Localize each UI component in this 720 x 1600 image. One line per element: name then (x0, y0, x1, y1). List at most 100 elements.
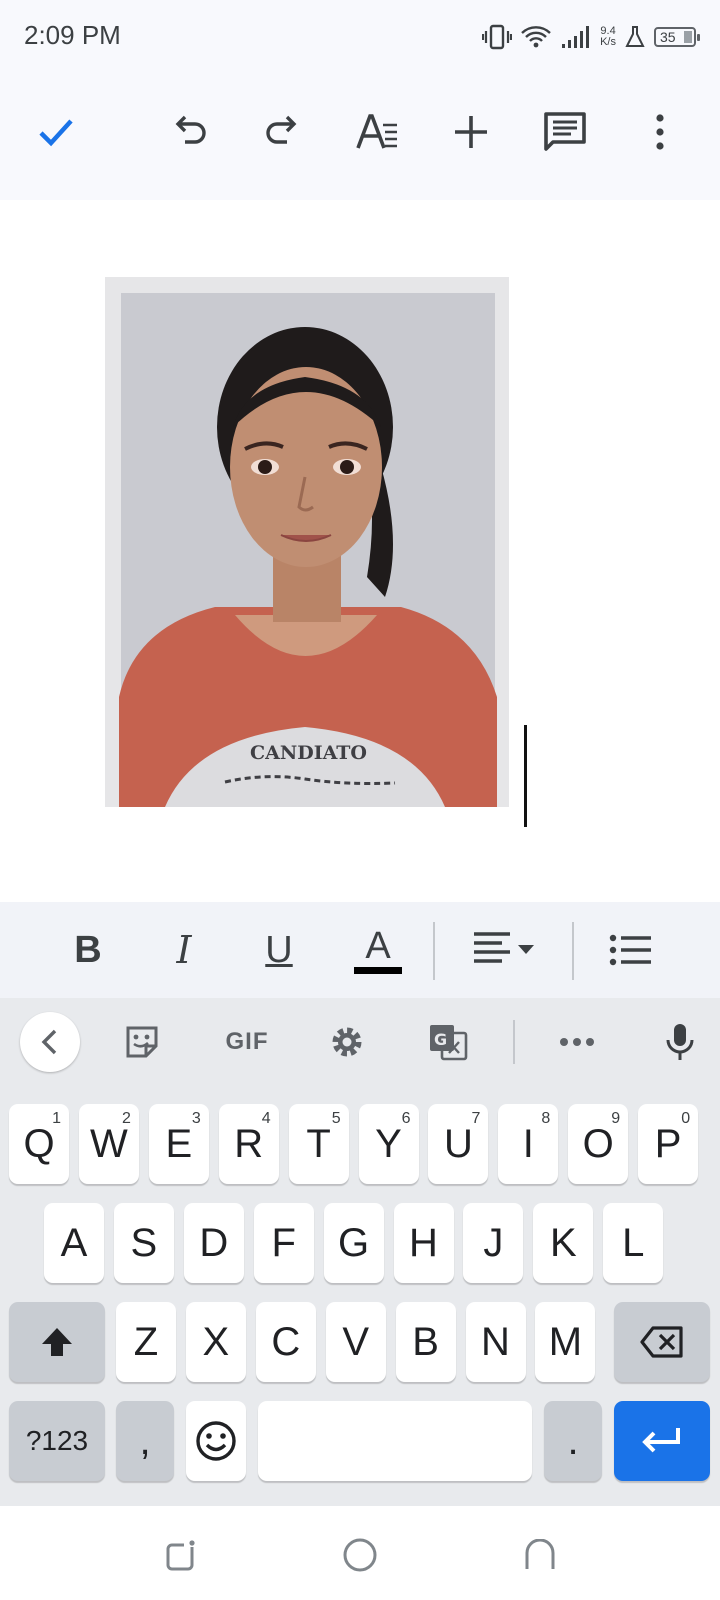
key-i[interactable]: I8 (498, 1104, 559, 1184)
key-j[interactable]: J (463, 1203, 524, 1283)
bulleted-list-button[interactable] (600, 920, 660, 980)
key-label: C (271, 1319, 301, 1364)
text-color-button[interactable]: A (348, 920, 408, 980)
key-z[interactable]: Z (116, 1302, 176, 1382)
key-label: O (582, 1121, 614, 1166)
key-o[interactable]: O9 (568, 1104, 629, 1184)
key-label: S (130, 1220, 158, 1265)
key-number-hint: 6 (401, 1110, 411, 1127)
align-button[interactable] (468, 920, 544, 980)
backspace-key[interactable] (614, 1302, 710, 1382)
key-label: M (548, 1319, 583, 1364)
back-button[interactable] (515, 1530, 565, 1580)
underline-button[interactable]: U (249, 920, 309, 980)
lab-flask-icon (624, 25, 646, 49)
key-l[interactable]: L (603, 1203, 664, 1283)
period-key[interactable]: . (544, 1401, 602, 1481)
text-cursor (524, 725, 527, 827)
key-n[interactable]: N (465, 1302, 526, 1382)
key-label: U (443, 1121, 473, 1166)
sticker-button[interactable] (112, 1012, 172, 1072)
key-v[interactable]: V (325, 1302, 386, 1382)
align-left-icon (474, 932, 534, 963)
backspace-icon (640, 1326, 683, 1358)
format-divider (572, 922, 574, 980)
key-f[interactable]: F (253, 1203, 314, 1283)
keyboard-settings-button[interactable] (317, 1012, 377, 1072)
battery-fill (684, 31, 692, 43)
key-label: L (622, 1220, 645, 1265)
comma-key[interactable]: , (116, 1401, 174, 1481)
doc-toolbar (0, 74, 720, 200)
bold-button[interactable]: B (58, 920, 118, 980)
gif-button[interactable]: GIF (214, 1012, 280, 1072)
keyboard-more-button[interactable] (547, 1012, 607, 1072)
battery-level: 35 (660, 29, 676, 45)
italic-button[interactable]: I (154, 920, 214, 980)
key-label: D (199, 1220, 229, 1265)
enter-arrow-icon (642, 1428, 680, 1453)
key-a[interactable]: A (44, 1203, 104, 1283)
key-x[interactable]: X (185, 1302, 246, 1382)
svg-text:G: G (434, 1030, 447, 1049)
battery-indicator: 35 (654, 27, 700, 47)
sticker-icon (126, 1026, 158, 1058)
recents-button[interactable] (156, 1530, 206, 1580)
key-b[interactable]: B (395, 1302, 456, 1382)
symbols-key[interactable]: ?123 (9, 1401, 105, 1481)
check-icon (39, 119, 73, 147)
translate-button[interactable]: G (418, 1012, 478, 1072)
undo-button[interactable] (160, 102, 220, 162)
key-number-hint: 9 (611, 1110, 621, 1127)
back-arch-icon (525, 1539, 555, 1569)
redo-icon (266, 115, 297, 144)
key-y[interactable]: Y6 (358, 1104, 419, 1184)
enter-key[interactable] (614, 1401, 710, 1481)
voice-input-button[interactable] (650, 1012, 710, 1072)
key-h[interactable]: H (393, 1203, 454, 1283)
key-label: V (342, 1319, 370, 1364)
recents-icon (166, 1540, 195, 1571)
insert-button[interactable] (441, 102, 501, 162)
key-label: H (409, 1220, 438, 1265)
shift-key[interactable] (9, 1302, 105, 1382)
key-label: R (234, 1121, 264, 1166)
key-e[interactable]: E3 (148, 1104, 209, 1184)
key-label: X (202, 1319, 230, 1364)
emoji-key[interactable] (186, 1401, 246, 1481)
key-label: E (165, 1121, 193, 1166)
key-t[interactable]: T5 (288, 1104, 349, 1184)
translate-icon: G (430, 1025, 468, 1061)
format-bar: B I U A (0, 902, 720, 998)
key-number-hint: 2 (121, 1110, 131, 1127)
key-label: W (90, 1121, 128, 1166)
key-d[interactable]: D (183, 1203, 244, 1283)
document-canvas[interactable]: CANDIATO (0, 200, 720, 902)
net-speed-unit: K/s (600, 36, 616, 48)
key-c[interactable]: C (255, 1302, 316, 1382)
key-number-hint: 4 (261, 1110, 271, 1127)
more-options-button[interactable] (630, 102, 690, 162)
text-format-button[interactable] (348, 102, 408, 162)
comment-button[interactable] (535, 102, 595, 162)
inserted-photo[interactable]: CANDIATO (105, 277, 509, 807)
redo-button[interactable] (252, 102, 312, 162)
space-key[interactable] (258, 1401, 532, 1481)
keyboard-collapse-button[interactable] (20, 1012, 80, 1072)
key-g[interactable]: G (323, 1203, 384, 1283)
key-s[interactable]: S (113, 1203, 174, 1283)
key-m[interactable]: M (535, 1302, 596, 1382)
key-w[interactable]: W2 (78, 1104, 139, 1184)
bulleted-list-icon (609, 934, 651, 966)
key-u[interactable]: U7 (428, 1104, 489, 1184)
home-button[interactable] (335, 1530, 385, 1580)
key-p[interactable]: P0 (638, 1104, 699, 1184)
done-button[interactable] (26, 102, 86, 162)
status-icons: 9.4 K/s 35 (482, 20, 700, 54)
status-bar: 2:09 PM 9.4 K/s 35 (0, 0, 720, 74)
key-label: Y (375, 1121, 402, 1166)
key-k[interactable]: K (533, 1203, 594, 1283)
key-r[interactable]: R4 (218, 1104, 279, 1184)
key-q[interactable]: Q1 (9, 1104, 69, 1184)
shift-arrow-icon (42, 1328, 72, 1356)
